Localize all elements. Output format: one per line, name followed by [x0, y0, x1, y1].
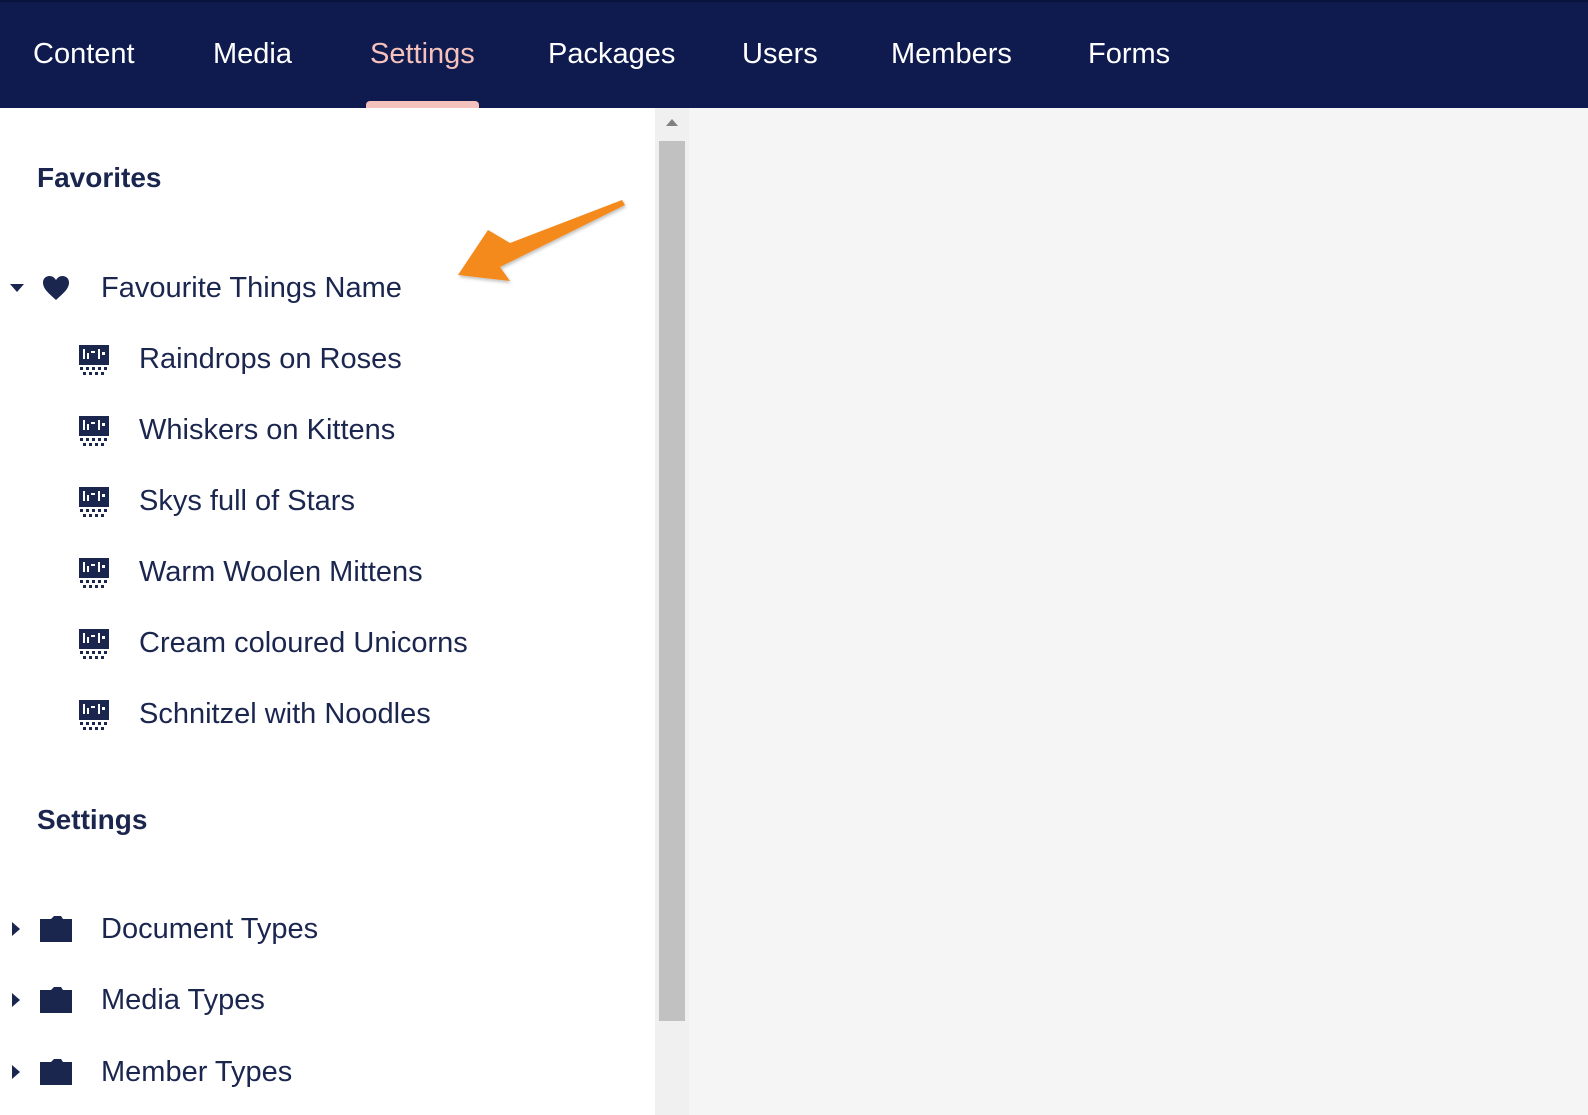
nav-tab-content[interactable]: Content [33, 2, 135, 108]
heart-icon [41, 273, 71, 303]
folder-icon [39, 1057, 73, 1087]
document-type-icon [78, 414, 110, 446]
tree-scrollbar[interactable] [655, 108, 689, 1115]
tree-item-label: Document Types [101, 912, 319, 945]
active-tab-indicator [366, 101, 479, 108]
caret-right-icon[interactable] [6, 1062, 26, 1082]
tree-item-favourite-things-name[interactable]: Favourite Things Name [0, 258, 650, 318]
scroll-up-arrow-icon[interactable] [662, 118, 682, 134]
tree-item-raindrops-on-roses[interactable]: Raindrops on Roses [0, 329, 650, 389]
tree-item-label: Member Types [101, 1055, 293, 1088]
tree-item-schnitzel-with-noodles[interactable]: Schnitzel with Noodles [0, 684, 650, 744]
nav-tab-label: Users [742, 38, 818, 70]
tree-item-document-types[interactable]: Document Types [0, 899, 650, 959]
tree-item-label: Whiskers on Kittens [139, 413, 396, 446]
document-type-icon [78, 556, 110, 588]
nav-tab-forms[interactable]: Forms [1088, 2, 1170, 108]
tree-item-label: Skys full of Stars [139, 484, 355, 517]
tree-item-member-types[interactable]: Member Types [0, 1042, 650, 1102]
tree-item-label: Media Types [101, 983, 265, 1016]
document-type-icon [78, 343, 110, 375]
tree-item-label: Cream coloured Unicorns [139, 626, 468, 659]
nav-tab-users[interactable]: Users [742, 2, 818, 108]
nav-tab-settings[interactable]: Settings [366, 2, 479, 108]
document-type-icon [78, 627, 110, 659]
nav-tab-media[interactable]: Media [213, 2, 292, 108]
nav-tab-label: Packages [548, 38, 676, 70]
nav-tab-packages[interactable]: Packages [548, 2, 675, 108]
tree-item-skys-full-of-stars[interactable]: Skys full of Stars [0, 471, 650, 531]
tree-item-cream-coloured-unicorns[interactable]: Cream coloured Unicorns [0, 613, 650, 673]
folder-icon [39, 985, 73, 1015]
tree-item-label: Favourite Things Name [101, 271, 402, 304]
settings-section-title: Settings [37, 804, 148, 835]
nav-tab-label: Settings [370, 38, 475, 70]
tree-item-warm-woolen-mittens[interactable]: Warm Woolen Mittens [0, 542, 650, 602]
scrollbar-thumb[interactable] [659, 141, 685, 1021]
nav-tab-members[interactable]: Members [891, 2, 1012, 108]
tree-item-label: Warm Woolen Mittens [139, 555, 423, 588]
document-type-icon [78, 698, 110, 730]
caret-right-icon[interactable] [6, 919, 26, 939]
favorites-section-title: Favorites [37, 162, 162, 193]
caret-right-icon[interactable] [6, 990, 26, 1010]
tree-item-label: Raindrops on Roses [139, 342, 402, 375]
tree-item-label: Schnitzel with Noodles [139, 697, 431, 730]
tree-item-media-types[interactable]: Media Types [0, 970, 650, 1030]
section-tree-panel: Favorites Favourite Things Name Raindrop… [0, 108, 655, 1115]
nav-tab-label: Members [891, 38, 1012, 70]
nav-tab-label: Content [33, 38, 135, 70]
nav-tab-label: Forms [1088, 38, 1171, 70]
tree-item-whiskers-on-kittens[interactable]: Whiskers on Kittens [0, 400, 650, 460]
caret-down-icon[interactable] [7, 278, 27, 298]
main-content-area [689, 108, 1588, 1115]
folder-icon [39, 914, 73, 944]
nav-tab-label: Media [213, 38, 292, 70]
document-type-icon [78, 485, 110, 517]
top-navigation-bar: Content Media Settings Packages Users Me… [0, 0, 1588, 108]
